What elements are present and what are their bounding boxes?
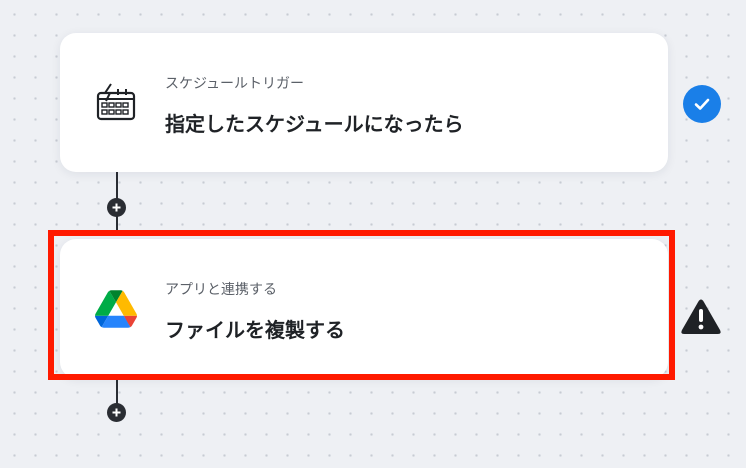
schedule-calendar-icon — [94, 81, 138, 125]
step-card-schedule-trigger[interactable]: スケジュールトリガー 指定したスケジュールになったら — [60, 33, 668, 172]
google-drive-icon — [94, 287, 138, 331]
add-step-button[interactable] — [107, 198, 126, 217]
plus-icon — [112, 408, 121, 417]
step-type-label: スケジュールトリガー — [165, 76, 305, 92]
step-complete-check-icon — [683, 85, 721, 123]
step-title: 指定したスケジュールになったら — [165, 112, 464, 136]
warning-icon — [680, 298, 722, 336]
step-type-label: アプリと連携する — [165, 282, 277, 298]
plus-icon — [112, 203, 121, 212]
step-card-app-action[interactable]: アプリと連携する ファイルを複製する — [60, 239, 668, 378]
add-step-button[interactable] — [107, 403, 126, 422]
step-title: ファイルを複製する — [165, 318, 345, 342]
